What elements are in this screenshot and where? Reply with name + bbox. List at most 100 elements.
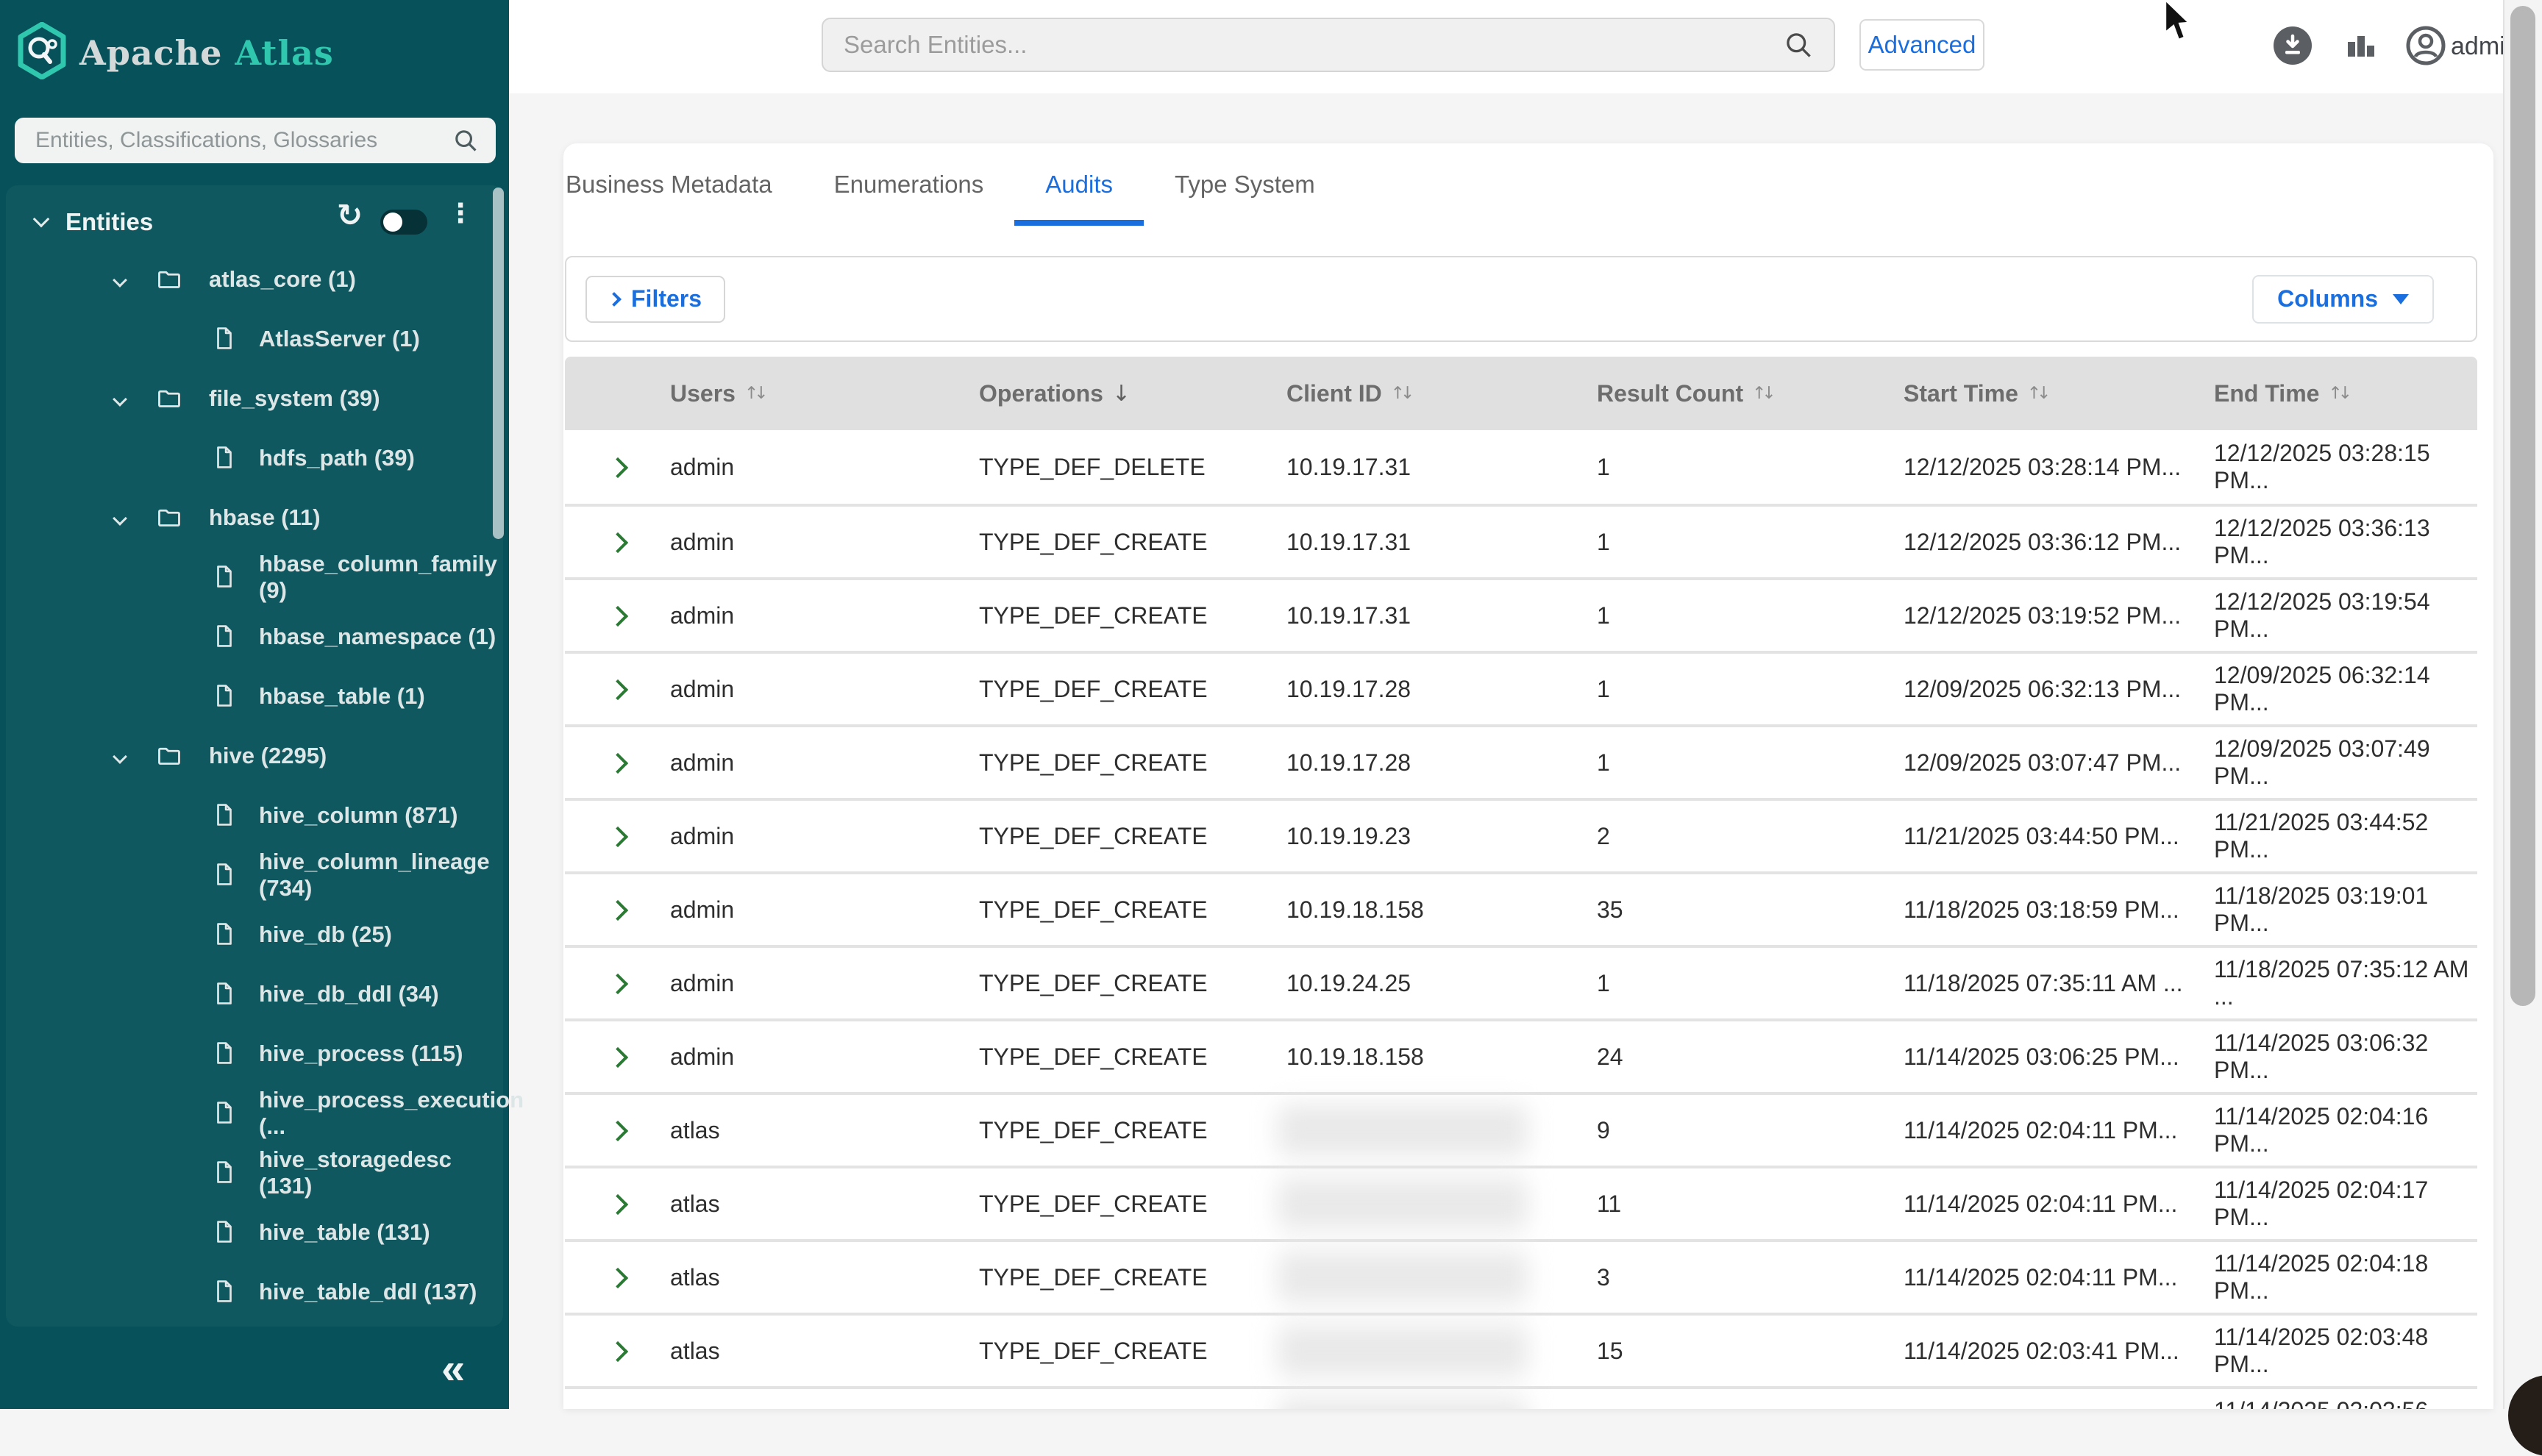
- cell-operation: TYPE_DEF_CREATE: [979, 749, 1286, 777]
- filters-button[interactable]: Filters: [585, 276, 725, 323]
- advanced-search-button[interactable]: Advanced: [1859, 19, 1984, 71]
- tree-item[interactable]: hbase_column_family (9): [0, 548, 509, 607]
- sidebar-collapse-button[interactable]: «: [441, 1344, 465, 1393]
- entity-search: [822, 18, 1835, 72]
- toggle-knob: [383, 213, 402, 232]
- tree-item-label: atlas_core (1): [209, 266, 356, 293]
- tree-item[interactable]: AtlasServer (1): [0, 310, 509, 368]
- tree-item[interactable]: hive_process_execution (...: [0, 1084, 509, 1143]
- app-logo[interactable]: Apache Atlas: [18, 22, 334, 83]
- cell-result-count: 1: [1597, 454, 1904, 481]
- tree-item[interactable]: hive_table (131): [0, 1203, 509, 1262]
- expand-row-chevron-icon[interactable]: [608, 1046, 628, 1067]
- tree-item[interactable]: hbase_namespace (1): [0, 607, 509, 666]
- cell-operation: TYPE_DEF_CREATE: [979, 970, 1286, 997]
- tree-item[interactable]: hive_db_ddl (34): [0, 965, 509, 1024]
- cell-user: admin: [670, 676, 979, 703]
- cell-end-time: 11/18/2025 07:35:12 AM ...: [2214, 956, 2477, 1010]
- tree-header-row[interactable]: Entities ↻ ⋮: [0, 200, 509, 244]
- table-row[interactable]: adminTYPE_DEF_CREATE10.19.24.25111/18/20…: [565, 945, 2477, 1018]
- sidebar-scrollbar-thumb[interactable]: [493, 188, 504, 539]
- cell-operation: TYPE_DEF_CREATE: [979, 602, 1286, 629]
- tree-item[interactable]: hive_column_lineage (734): [0, 846, 509, 904]
- tree-item[interactable]: hbase (11): [0, 488, 509, 547]
- tree-item-label: hive (2295): [209, 743, 327, 769]
- expand-row-chevron-icon[interactable]: [608, 532, 628, 552]
- table-row[interactable]: adminTYPE_DEF_CREATE10.19.19.23211/21/20…: [565, 798, 2477, 871]
- chevron-down-icon[interactable]: [113, 392, 127, 407]
- file-icon: [212, 1041, 238, 1067]
- expand-row-chevron-icon[interactable]: [608, 973, 628, 993]
- tree-item[interactable]: hive (2295): [0, 727, 509, 785]
- refresh-icon[interactable]: ↻: [337, 197, 363, 233]
- column-header-users[interactable]: Users↑↓: [670, 380, 979, 407]
- column-header-client-id[interactable]: Client ID↑↓: [1286, 380, 1597, 407]
- chevron-down-icon[interactable]: [113, 749, 127, 764]
- expand-row-chevron-icon[interactable]: [608, 899, 628, 920]
- tree-item[interactable]: hive_table_ddl (137): [0, 1263, 509, 1321]
- tree-item[interactable]: hbase_table (1): [0, 667, 509, 726]
- table-row[interactable]: atlasTYPE_DEF_CREATE211/14/2025 02:03:41…: [565, 1386, 2477, 1409]
- tree-header-label: Entities: [65, 208, 153, 236]
- tab-type-system[interactable]: Type System: [1144, 143, 1346, 226]
- table-row[interactable]: atlasTYPE_DEF_CREATE1111/14/2025 02:04:1…: [565, 1166, 2477, 1239]
- file-icon: [212, 326, 238, 352]
- cell-user: admin: [670, 602, 979, 629]
- expand-row-chevron-icon[interactable]: [608, 605, 628, 626]
- statistics-icon[interactable]: [2340, 26, 2380, 65]
- expand-row-chevron-icon[interactable]: [608, 1193, 628, 1214]
- tab-audits[interactable]: Audits: [1014, 143, 1144, 226]
- table-row[interactable]: atlasTYPE_DEF_CREATE311/14/2025 02:04:11…: [565, 1239, 2477, 1313]
- chevron-down-icon[interactable]: [113, 273, 127, 288]
- tree-item[interactable]: hive_storagedesc (131): [0, 1143, 509, 1202]
- expand-row-chevron-icon[interactable]: [608, 457, 628, 477]
- columns-button[interactable]: Columns: [2252, 275, 2434, 324]
- expand-row-chevron-icon[interactable]: [608, 1267, 628, 1288]
- cell-client-id: 10.19.17.28: [1286, 676, 1597, 703]
- column-header-operations[interactable]: Operations↓: [979, 380, 1286, 407]
- tab-enumerations[interactable]: Enumerations: [803, 143, 1015, 226]
- download-icon[interactable]: [2273, 26, 2313, 65]
- expand-row-chevron-icon[interactable]: [608, 1341, 628, 1361]
- user-avatar-icon[interactable]: [2406, 26, 2446, 65]
- table-row[interactable]: adminTYPE_DEF_CREATE10.19.18.1582411/14/…: [565, 1018, 2477, 1092]
- expand-row-chevron-icon[interactable]: [608, 1120, 628, 1141]
- page-scrollbar-thumb[interactable]: [2510, 6, 2535, 1006]
- chevron-down-icon[interactable]: [113, 511, 127, 526]
- tree-item[interactable]: atlas_core (1): [0, 250, 509, 309]
- cell-client-id: 10.19.18.158: [1286, 1043, 1597, 1071]
- kebab-menu-icon[interactable]: ⋮: [447, 199, 474, 229]
- cell-user: admin: [670, 970, 979, 997]
- tree-item[interactable]: hive_process (115): [0, 1024, 509, 1083]
- chevron-down-icon[interactable]: [33, 211, 50, 228]
- column-header-result-count[interactable]: Result Count↑↓: [1597, 380, 1904, 407]
- expand-row-chevron-icon[interactable]: [608, 752, 628, 773]
- column-header-end-time[interactable]: End Time↑↓: [2214, 380, 2477, 407]
- tree-item[interactable]: hive_column (871): [0, 786, 509, 845]
- cell-user: atlas: [670, 1117, 979, 1144]
- column-header-start-time[interactable]: Start Time↑↓: [1904, 380, 2214, 407]
- search-icon[interactable]: [1782, 29, 1815, 61]
- cell-client-id-redacted: [1278, 1178, 1528, 1230]
- expand-row-chevron-icon[interactable]: [608, 826, 628, 846]
- tree-item[interactable]: hdfs_path (39): [0, 429, 509, 488]
- table-row[interactable]: atlasTYPE_DEF_CREATE911/14/2025 02:04:11…: [565, 1092, 2477, 1166]
- tree-item-label: hbase (11): [209, 504, 321, 531]
- table-row[interactable]: atlasTYPE_DEF_CREATE1511/14/2025 02:03:4…: [565, 1313, 2477, 1386]
- table-row[interactable]: adminTYPE_DEF_CREATE10.19.17.31112/12/20…: [565, 577, 2477, 651]
- tree-item-label: hive_storagedesc (131): [259, 1146, 509, 1199]
- page-scrollbar-track[interactable]: [2503, 0, 2542, 1409]
- tree-mode-toggle[interactable]: [380, 210, 427, 235]
- table-row[interactable]: adminTYPE_DEF_DELETE10.19.17.31112/12/20…: [565, 430, 2477, 504]
- table-row[interactable]: adminTYPE_DEF_CREATE10.19.17.31112/12/20…: [565, 504, 2477, 577]
- table-row[interactable]: adminTYPE_DEF_CREATE10.19.17.28112/09/20…: [565, 651, 2477, 724]
- entity-search-input[interactable]: [823, 30, 1782, 60]
- tab-business-metadata[interactable]: Business Metadata: [563, 143, 803, 226]
- sidebar-search-input[interactable]: [15, 128, 452, 153]
- expand-row-chevron-icon[interactable]: [608, 679, 628, 699]
- tree-item[interactable]: file_system (39): [0, 369, 509, 428]
- table-row[interactable]: adminTYPE_DEF_CREATE10.19.18.1583511/18/…: [565, 871, 2477, 945]
- tree-item[interactable]: hive_db (25): [0, 905, 509, 964]
- search-icon[interactable]: [452, 126, 480, 154]
- table-row[interactable]: adminTYPE_DEF_CREATE10.19.17.28112/09/20…: [565, 724, 2477, 798]
